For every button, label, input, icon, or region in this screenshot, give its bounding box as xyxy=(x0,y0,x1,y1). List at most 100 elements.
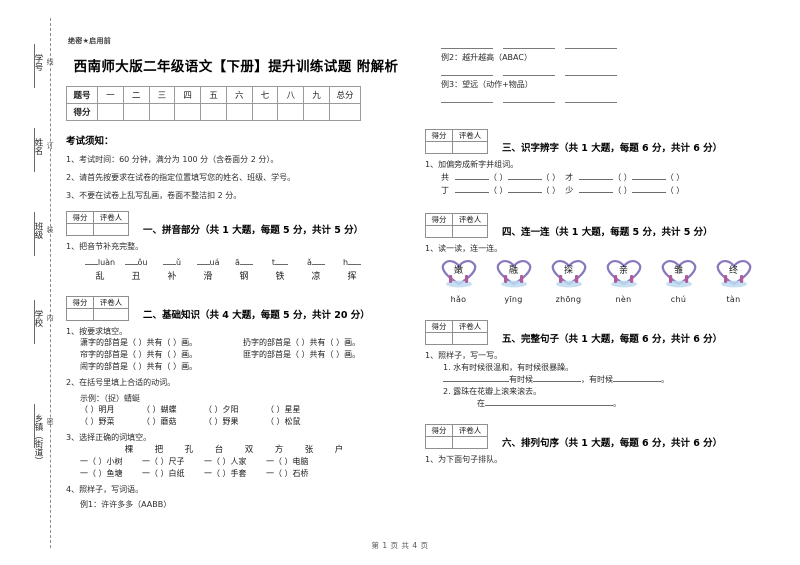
pinyin-match-5[interactable]: tàn xyxy=(706,295,761,304)
radical-paren-2[interactable]: （ ） xyxy=(542,173,561,182)
pattern-blank-1[interactable] xyxy=(441,39,493,49)
pattern-blank-8[interactable] xyxy=(503,93,555,103)
grader-box-input[interactable] xyxy=(452,224,488,238)
grader-box-input[interactable] xyxy=(452,435,488,449)
radical-answer-blank[interactable] xyxy=(455,178,489,180)
radical-left-2[interactable]: 帘字的部首是（ ）共有（ ）画。 xyxy=(80,349,243,361)
grader-box-input[interactable] xyxy=(93,307,129,321)
radical-paren-8[interactable]: （ ） xyxy=(666,186,685,195)
mw-blank-3[interactable]: 一（ ）人家 xyxy=(204,456,266,468)
sentence-blank-b[interactable] xyxy=(533,380,581,382)
mw-blank-8[interactable]: 一（ ）石桥 xyxy=(266,468,328,480)
heart-cell-2[interactable]: 探 xyxy=(541,258,596,288)
score-cell-total[interactable] xyxy=(329,103,361,121)
score-cell-8[interactable] xyxy=(277,103,305,121)
pinyin-item-0[interactable]: luàn xyxy=(82,258,118,267)
sentence-blank-a[interactable] xyxy=(443,380,509,382)
pattern-blank-3[interactable] xyxy=(565,39,617,49)
score-box-input[interactable] xyxy=(66,307,94,321)
mw-blank-4[interactable]: 一（ ）电脑 xyxy=(266,456,328,468)
pattern-blank-4[interactable] xyxy=(441,66,493,76)
mw-blank-5[interactable]: 一（ ）鱼塘 xyxy=(80,468,142,480)
score-cell-7[interactable] xyxy=(251,103,279,121)
radical-right-2[interactable]: 匪字的部首是（ ）共有（ ）画。 xyxy=(243,349,406,361)
radical-paren-4[interactable]: （ ） xyxy=(666,173,685,182)
radical-answer-blank[interactable] xyxy=(455,191,489,193)
score-cell-3[interactable] xyxy=(148,103,176,121)
score-box-input[interactable] xyxy=(425,332,453,345)
heart-cell-4[interactable]: 雏 xyxy=(651,258,706,288)
pinyin-match-4[interactable]: chú xyxy=(651,295,706,304)
radical-answer-blank[interactable] xyxy=(631,191,666,193)
pinyin-match-0[interactable]: hǎo xyxy=(431,295,486,304)
mw-blank-6[interactable]: 一（ ）白纸 xyxy=(142,468,204,480)
verb-blank-5[interactable]: （ ）野菜 xyxy=(80,416,142,428)
radical-answer-blank[interactable] xyxy=(507,191,542,193)
score-box-input[interactable] xyxy=(66,223,94,236)
sentence-blank-c[interactable] xyxy=(613,380,661,382)
mw-blank-1[interactable]: 一（ ）小树 xyxy=(80,456,142,468)
grader-box-input[interactable] xyxy=(452,141,488,154)
mw-blank-2[interactable]: 一（ ）尺子 xyxy=(142,456,204,468)
grader-box-input[interactable] xyxy=(93,223,129,236)
verb-blank-4[interactable]: （ ）星星 xyxy=(266,404,328,416)
radical-paren-1[interactable]: （ ） xyxy=(489,173,508,182)
pattern-blank-5[interactable] xyxy=(503,66,555,76)
pattern-blank-7[interactable] xyxy=(441,93,493,103)
pinyin-item-6[interactable]: ǎ xyxy=(298,258,334,267)
section-title-4: 四、连一连（共 1 大题，每题 5 分，共计 5 分） xyxy=(502,226,713,238)
score-box-input[interactable] xyxy=(425,141,453,154)
pinyin-match-2[interactable]: zhōng xyxy=(541,295,596,304)
grader-box-input[interactable] xyxy=(452,332,488,345)
radical-answer-blank[interactable] xyxy=(579,178,614,180)
heart-cell-3[interactable]: 亲 xyxy=(596,258,651,288)
pattern-blank-2[interactable] xyxy=(503,39,555,49)
radical-left-3[interactable]: 闹字的部首是（ ）共有（ ）画。 xyxy=(80,361,243,373)
sentence-hint-a: 有时候 xyxy=(509,374,533,384)
radical-seed-1: 共 xyxy=(441,172,449,182)
exam-notice-item-2: 2、请首先按要求在试卷的指定位置填写您的姓名、班级、学号。 xyxy=(66,173,296,182)
score-cell-5[interactable] xyxy=(200,103,227,121)
score-box-input[interactable] xyxy=(425,435,453,449)
score-cell-4[interactable] xyxy=(174,103,202,121)
pattern-blank-9[interactable] xyxy=(565,93,617,103)
pinyin-item-7[interactable]: h xyxy=(334,258,370,267)
pinyin-item-5[interactable]: t xyxy=(262,258,298,267)
pinyin-item-1[interactable]: ǒu xyxy=(118,258,154,267)
pinyin-match-3[interactable]: nèn xyxy=(596,295,651,304)
radical-answer-blank[interactable] xyxy=(579,191,614,193)
radical-paren-7[interactable]: （ ） xyxy=(613,186,632,195)
pinyin-item-3[interactable]: uá xyxy=(190,258,226,267)
verb-blank-3[interactable]: （ ）夕阳 xyxy=(204,404,266,416)
pinyin-match-1[interactable]: yīng xyxy=(486,295,541,304)
radical-paren-3[interactable]: （ ） xyxy=(613,173,632,182)
score-cell-1[interactable] xyxy=(97,103,124,121)
verb-blank-1[interactable]: （ ）明月 xyxy=(80,404,142,416)
mw-blank-7[interactable]: 一（ ）手套 xyxy=(204,468,266,480)
verb-blank-6[interactable]: （ ）蘑菇 xyxy=(142,416,204,428)
heart-cell-5[interactable]: 终 xyxy=(706,258,761,288)
verb-blank-7[interactable]: （ ）野果 xyxy=(204,416,266,428)
radical-paren-6[interactable]: （ ） xyxy=(542,186,561,195)
pattern-blank-6[interactable] xyxy=(565,66,617,76)
score-box-input[interactable] xyxy=(425,224,453,238)
score-cell-9[interactable] xyxy=(303,103,330,121)
hanzi-item-4: 钢 xyxy=(239,271,249,282)
score-box-section-3: 得分 评卷人 xyxy=(425,129,488,154)
radical-right-1[interactable]: 扔字的部首是（ ）共有（ ）画。 xyxy=(243,337,406,349)
radical-answer-blank[interactable] xyxy=(507,178,542,180)
heart-cell-1[interactable]: 融 xyxy=(486,258,541,288)
sentence-blank-d[interactable] xyxy=(485,404,613,406)
heart-cell-0[interactable]: 嫩 xyxy=(431,258,486,288)
radical-left-1[interactable]: 潇字的部首是（ ）共有（ ）画。 xyxy=(80,337,243,349)
pinyin-item-2[interactable]: ǔ xyxy=(154,258,190,267)
verb-blank-2[interactable]: （ ）蝴蝶 xyxy=(142,404,204,416)
pattern-answer-lines-2 xyxy=(441,66,770,76)
radical-answer-blank[interactable] xyxy=(631,178,666,180)
score-box-label: 得分 xyxy=(66,211,94,224)
score-cell-2[interactable] xyxy=(122,103,150,121)
pinyin-item-4[interactable]: ā xyxy=(226,258,262,267)
radical-paren-5[interactable]: （ ） xyxy=(489,186,508,195)
verb-blank-8[interactable]: （ ）松鼠 xyxy=(266,416,328,428)
score-cell-6[interactable] xyxy=(225,103,253,121)
